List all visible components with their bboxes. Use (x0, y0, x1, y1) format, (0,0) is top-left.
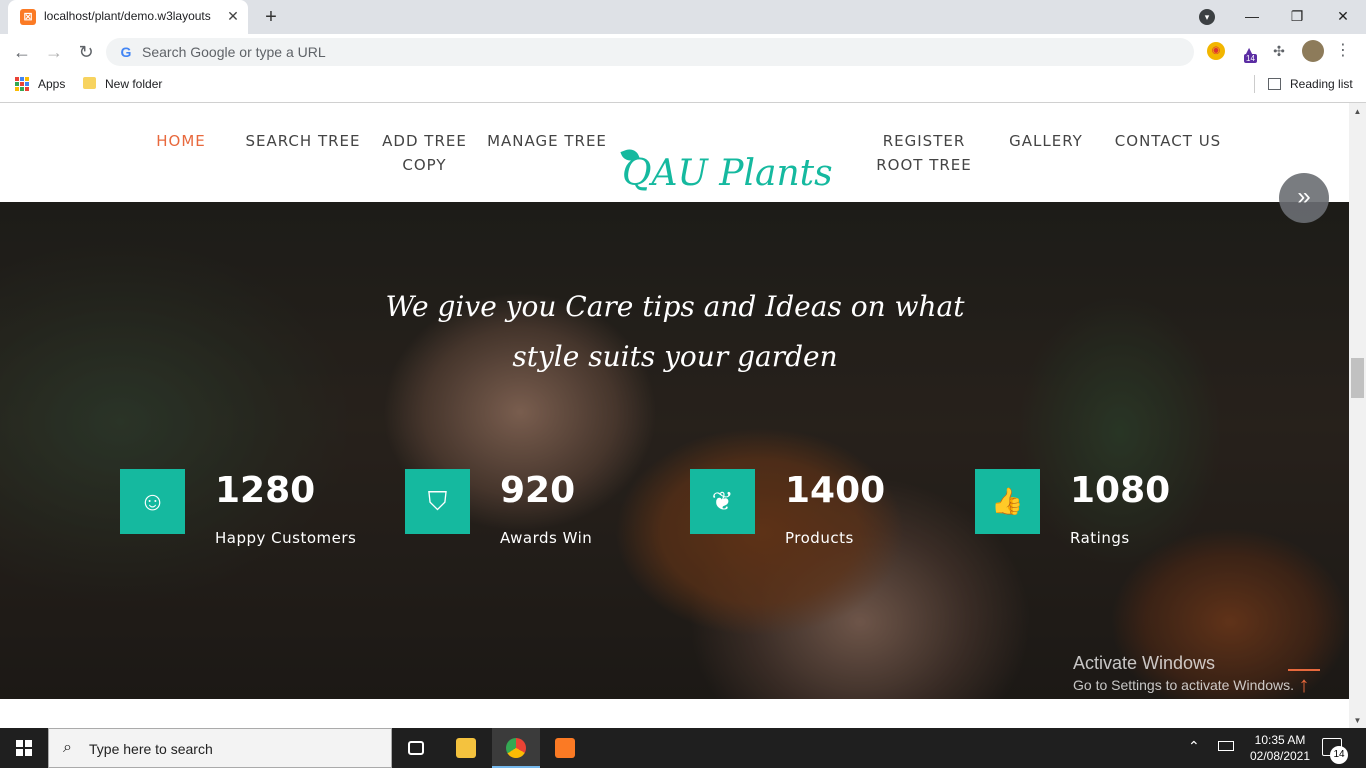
page-scrollbar[interactable]: ▲ ▼ (1349, 103, 1366, 728)
reading-list-icon (1268, 78, 1281, 90)
nav-contact-us[interactable]: CONTACT US (1112, 129, 1224, 153)
address-placeholder: Search Google or type a URL (142, 44, 326, 60)
stat-value-customers: 1280 (215, 470, 316, 511)
xampp-icon (555, 738, 575, 758)
profile-avatar[interactable] (1302, 40, 1324, 62)
site-header: HOME SEARCH TREE ADD TREE COPY MANAGE TR… (0, 103, 1349, 202)
xampp-taskbar-button[interactable] (541, 728, 589, 768)
stat-label-ratings: Ratings (1070, 529, 1130, 547)
browser-tab-strip: ⊠ localhost/plant/demo.w3layouts ✕ + ▾ —… (0, 0, 1366, 34)
minimize-icon[interactable]: — (1240, 4, 1264, 28)
slider-next-button[interactable]: » (1279, 173, 1329, 223)
shield-icon: ⛉ (405, 469, 470, 534)
notification-badge: 14 (1330, 746, 1348, 764)
hero-title-line-1: We give you Care tips and Ideas on what (385, 290, 965, 323)
reading-list-button[interactable]: Reading list (1290, 77, 1353, 91)
stat-label-products: Products (785, 529, 854, 547)
nav-gallery[interactable]: GALLERY (1005, 129, 1087, 153)
folder-icon (83, 77, 96, 89)
tab-title: localhost/plant/demo.w3layouts (44, 9, 211, 23)
extension-badge: 14 (1244, 54, 1257, 63)
hero-overlay (0, 202, 1349, 699)
back-to-top-button[interactable]: ↑ (1288, 669, 1320, 701)
nav-search-tree[interactable]: SEARCH TREE (243, 129, 363, 153)
taskbar-clock[interactable]: 10:35 AM 02/08/2021 (1244, 732, 1316, 764)
extension-chrome-icon[interactable]: ◉ (1207, 42, 1225, 60)
windows-logo-icon (16, 740, 32, 756)
stat-value-products: 1400 (785, 470, 886, 511)
task-view-icon (408, 741, 424, 755)
window-close-icon[interactable]: ✕ (1331, 4, 1355, 28)
clock-date: 02/08/2021 (1249, 749, 1311, 763)
nav-add-tree-copy[interactable]: ADD TREE COPY (378, 129, 471, 177)
scroll-thumb[interactable] (1351, 358, 1364, 398)
chrome-icon (506, 738, 526, 758)
clock-time: 10:35 AM (1254, 733, 1306, 747)
tray-chevron-icon[interactable]: ⌃ (1188, 738, 1200, 755)
taskbar-search[interactable]: ⌕ Type here to search (48, 728, 392, 768)
nav-register-root-tree[interactable]: REGISTER ROOT TREE (874, 129, 974, 177)
page-viewport: HOME SEARCH TREE ADD TREE COPY MANAGE TR… (0, 102, 1366, 728)
tab-search-icon[interactable]: ▾ (1199, 9, 1215, 25)
smile-icon: ☺ (120, 469, 185, 534)
windows-taskbar: ⌕ Type here to search ⌃ 10:35 AM 02/08/2… (0, 728, 1366, 768)
xampp-favicon-icon: ⊠ (20, 9, 36, 25)
reload-icon[interactable]: ↻ (74, 40, 98, 64)
browser-toolbar: ← → ↻ G Search Google or type a URL ◉ ▲ … (0, 34, 1366, 70)
back-icon[interactable]: ← (10, 40, 34, 64)
task-view-button[interactable] (392, 728, 440, 768)
bookmarks-bar (0, 70, 1366, 98)
bookmark-new-folder[interactable]: New folder (105, 77, 162, 91)
bookmark-apps[interactable]: Apps (38, 77, 65, 91)
forward-icon[interactable]: → (42, 40, 66, 64)
google-icon: G (120, 44, 132, 60)
new-tab-button[interactable]: + (260, 6, 282, 28)
hero-banner: We give you Care tips and Ideas on what … (0, 202, 1349, 699)
search-icon: ⌕ (63, 739, 72, 756)
browser-tab[interactable]: ⊠ localhost/plant/demo.w3layouts ✕ (8, 0, 248, 34)
nav-home[interactable]: HOME (150, 129, 212, 153)
stat-value-awards: 920 (500, 470, 576, 511)
nav-manage-tree[interactable]: MANAGE TREE (484, 129, 610, 153)
hero-title-line-2: style suits your garden (512, 340, 838, 373)
watermark-line-1: Activate Windows (1073, 653, 1216, 673)
scroll-up-icon[interactable]: ▲ (1349, 103, 1366, 120)
apps-grid-icon (15, 77, 29, 91)
stat-label-awards: Awards Win (500, 529, 593, 547)
restore-icon[interactable]: ❐ (1285, 4, 1309, 28)
thumbs-up-icon: 👍 (975, 469, 1040, 534)
tab-close-icon[interactable]: ✕ (224, 7, 242, 25)
battery-icon[interactable] (1218, 741, 1234, 751)
leaf-icon: ❦ (690, 469, 755, 534)
extensions-puzzle-icon[interactable]: ✣ (1270, 42, 1288, 60)
site-logo[interactable]: QAU Plants (622, 153, 833, 194)
file-explorer-icon (456, 738, 476, 758)
scroll-down-icon[interactable]: ▼ (1349, 712, 1366, 728)
stat-value-ratings: 1080 (1070, 470, 1171, 511)
file-explorer-button[interactable] (442, 728, 490, 768)
bookmarks-separator (1254, 75, 1255, 93)
activate-windows-watermark: Activate Windows Go to Settings to activ… (1073, 653, 1294, 693)
taskbar-search-placeholder: Type here to search (89, 741, 213, 757)
menu-kebab-icon[interactable]: ⋮ (1334, 42, 1352, 60)
start-button[interactable] (0, 728, 48, 768)
chrome-taskbar-button[interactable] (492, 728, 540, 768)
hero-title: We give you Care tips and Ideas on what … (335, 282, 1015, 382)
address-bar[interactable]: G Search Google or type a URL (106, 38, 1194, 66)
watermark-line-2: Go to Settings to activate Windows. (1073, 677, 1294, 693)
stat-label-customers: Happy Customers (215, 529, 357, 547)
